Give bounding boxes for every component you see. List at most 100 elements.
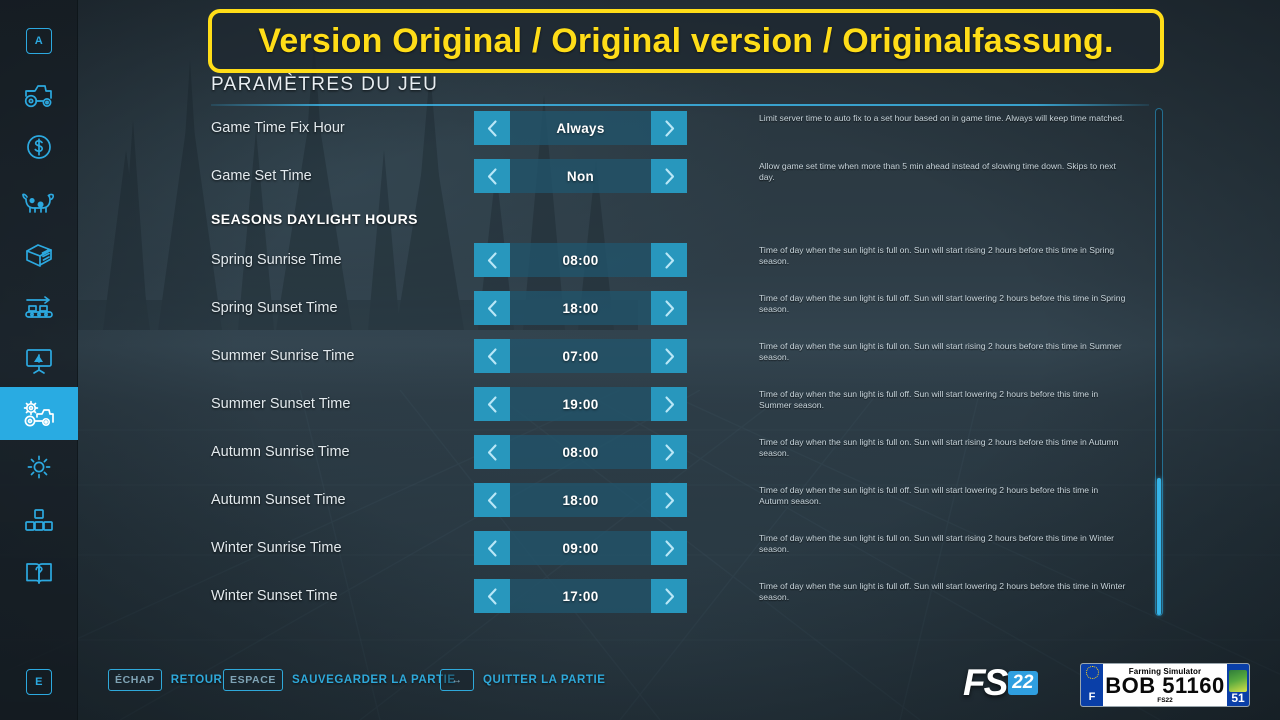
hint-action-label: SAUVEGARDER LA PARTIE	[292, 674, 456, 686]
plate-center: Farming Simulator BOB 51160 FS22	[1103, 664, 1227, 706]
settings-row[interactable]: Spring Sunset Time 18:00 Time of day when …	[211, 291, 1161, 325]
chevron-left-icon[interactable]	[474, 531, 510, 565]
hint-2[interactable]: ESPACE SAUVEGARDER LA PARTIE	[223, 660, 456, 700]
presentation-board-icon	[24, 347, 54, 375]
settings-row[interactable]: Summer Sunrise Time 07:00 Time of day when…	[211, 339, 1161, 373]
gear-icon	[25, 453, 53, 481]
sidebar-item-contracts[interactable]	[0, 228, 78, 281]
hint-key-badge: ↔	[440, 669, 474, 691]
setting-selector[interactable]: Always	[474, 111, 687, 145]
sidebar-item-general-settings[interactable]	[0, 440, 78, 493]
settings-row[interactable]: Summer Sunset Time 19:00 Time of day when …	[211, 387, 1161, 421]
cow-icon	[22, 189, 56, 215]
setting-value: Always	[556, 120, 605, 136]
setting-value: 08:00	[562, 252, 599, 268]
sidebar-item-animals[interactable]	[0, 175, 78, 228]
chevron-left-icon[interactable]	[474, 339, 510, 373]
chevron-left-icon[interactable]	[474, 387, 510, 421]
version-banner-text: Version Original / Original version / Or…	[258, 21, 1114, 60]
sidebar-item-help[interactable]	[0, 546, 78, 599]
sidebar-item-production[interactable]	[0, 281, 78, 334]
settings-row[interactable]: Autumn Sunset Time 18:00 Time of day when …	[211, 483, 1161, 517]
chevron-left-icon[interactable]	[474, 111, 510, 145]
region-crest-icon	[1229, 670, 1247, 693]
setting-description: Time of day when the sun light is full o…	[759, 581, 1126, 603]
sidebar-item-hotkey-a[interactable]: A	[0, 14, 78, 67]
setting-selector[interactable]: 18:00	[474, 483, 687, 517]
chevron-right-icon[interactable]	[651, 159, 687, 193]
sidebar-item-statistics[interactable]	[0, 334, 78, 387]
scrollbar-thumb[interactable]	[1157, 478, 1161, 615]
sidebar-item-mods[interactable]	[0, 493, 78, 546]
chevron-left-icon[interactable]	[474, 579, 510, 613]
settings-row[interactable]: Game Time Fix Hour Always Limit server tim…	[211, 111, 1161, 145]
chevron-right-icon[interactable]	[651, 339, 687, 373]
setting-selector[interactable]: 17:00	[474, 579, 687, 613]
sidebar-item-vehicles[interactable]	[0, 68, 78, 121]
setting-label: Spring Sunset Time	[211, 300, 338, 316]
chevron-right-icon[interactable]	[651, 579, 687, 613]
settings-row[interactable]: Spring Sunrise Time 08:00 Time of day when…	[211, 243, 1161, 277]
setting-selector[interactable]: 09:00	[474, 531, 687, 565]
settings-list: Game Time Fix Hour Always Limit server tim…	[211, 106, 1161, 618]
setting-selector[interactable]: 08:00	[474, 435, 687, 469]
setting-description: Allow game set time when more than 5 min…	[759, 161, 1116, 183]
setting-description: Time of day when the sun light is full o…	[759, 389, 1099, 411]
setting-label: Winter Sunset Time	[211, 588, 338, 604]
chevron-left-icon[interactable]	[474, 291, 510, 325]
setting-value: Non	[566, 168, 595, 184]
plate-department-number: 51	[1231, 691, 1245, 706]
setting-value: 08:00	[562, 444, 599, 460]
page-title: PARAMÈTRES DU JEU	[211, 74, 439, 95]
setting-value: 07:00	[562, 348, 599, 364]
scrollbar[interactable]	[1155, 108, 1163, 616]
setting-value: 17:00	[562, 588, 599, 604]
chevron-left-icon[interactable]	[474, 483, 510, 517]
setting-selector[interactable]: Non	[474, 159, 687, 193]
hint-key-badge: ÉCHAP	[108, 669, 162, 691]
settings-row[interactable]: Winter Sunrise Time 09:00 Time of day when…	[211, 531, 1161, 565]
setting-label: Summer Sunset Time	[211, 396, 351, 412]
hint-key-badge: ESPACE	[223, 669, 283, 691]
setting-selector[interactable]: 18:00	[474, 291, 687, 325]
section-label: SEASONS DAYLIGHT HOURS	[211, 211, 418, 227]
settings-row[interactable]: Winter Sunset Time 17:00 Time of day when …	[211, 579, 1161, 613]
chevron-right-icon[interactable]	[651, 243, 687, 277]
chevron-left-icon[interactable]	[474, 159, 510, 193]
chevron-left-icon[interactable]	[474, 243, 510, 277]
setting-description: Time of day when the sun light is full o…	[759, 245, 1115, 267]
documents-icon	[24, 241, 54, 269]
settings-row[interactable]: Autumn Sunrise Time 08:00 Time of day when…	[211, 435, 1161, 469]
plate-eu-band: F	[1081, 664, 1103, 706]
gear-tractor-icon	[21, 400, 57, 428]
setting-value: 18:00	[562, 300, 599, 316]
chevron-right-icon[interactable]	[651, 483, 687, 517]
setting-selector[interactable]: 07:00	[474, 339, 687, 373]
sidebar-item-game-settings[interactable]	[0, 387, 78, 440]
hint-1[interactable]: ÉCHAP RETOUR	[108, 660, 222, 700]
settings-row[interactable]: Game Set Time Non Allow game set time when…	[211, 159, 1161, 193]
fs-logo-text: FS	[963, 662, 1008, 703]
hint-action-label: RETOUR	[170, 674, 223, 686]
fs22-logo: FS 22	[963, 662, 1039, 703]
plate-department-band: 51	[1227, 664, 1249, 706]
setting-selector[interactable]: 19:00	[474, 387, 687, 421]
tractor-icon	[22, 82, 56, 108]
chevron-right-icon[interactable]	[651, 111, 687, 145]
setting-selector[interactable]: 08:00	[474, 243, 687, 277]
chevron-right-icon[interactable]	[651, 531, 687, 565]
sidebar-item-finances[interactable]	[0, 120, 78, 173]
plate-bottom-text: FS22	[1157, 697, 1173, 704]
eu-stars-icon	[1085, 666, 1099, 679]
chevron-right-icon[interactable]	[651, 435, 687, 469]
conveyor-icon	[23, 295, 55, 321]
chevron-left-icon[interactable]	[474, 435, 510, 469]
setting-description: Time of day when the sun light is full o…	[759, 341, 1122, 363]
chevron-right-icon[interactable]	[651, 291, 687, 325]
chevron-right-icon[interactable]	[651, 387, 687, 421]
plate-country-code: F	[1088, 691, 1096, 703]
setting-label: Spring Sunrise Time	[211, 252, 342, 268]
setting-label: Autumn Sunset Time	[211, 492, 346, 508]
settings-section-header: SEASONS DAYLIGHT HOURS	[211, 202, 1161, 236]
hint-3[interactable]: ↔ QUITTER LA PARTIE	[440, 660, 605, 700]
